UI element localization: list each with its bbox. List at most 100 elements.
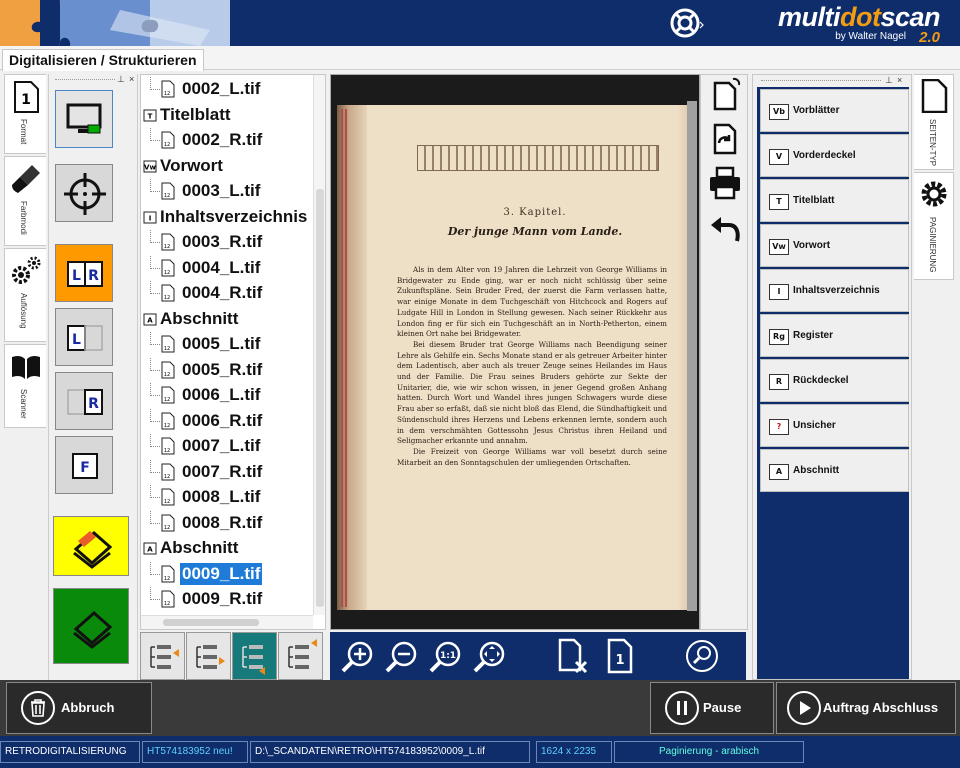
tree-file-label: 0004_L.tif [182,257,261,277]
file-tree-hscrollbar[interactable] [141,615,313,629]
tree-file-item[interactable]: 12 0007_L.tif [141,434,313,459]
app-window: multidotscan by Walter Nagel 2.0 Digital… [0,0,960,768]
tree-file-item[interactable]: 12 0002_R.tif [141,128,313,153]
tree-file-item[interactable]: 12 0005_L.tif [141,332,313,357]
tif-file-icon: 12 [161,412,175,429]
close-icon[interactable]: × [129,74,134,84]
tree-move-down-button[interactable] [232,632,277,680]
zoom-in-icon[interactable] [340,638,376,674]
monitor-button[interactable] [55,90,113,148]
file-tree-vscrollbar[interactable] [313,75,325,615]
tree-indent-icon [150,645,179,669]
tree-file-item[interactable]: 12 0003_R.tif [141,230,313,255]
scan-green-button[interactable] [53,588,129,664]
section-type-item[interactable]: A Abschnitt [760,449,909,492]
close-icon[interactable]: × [897,75,902,85]
tree-indent-button[interactable] [140,632,185,680]
tab-page-type-label: SEITEN-TYP [928,119,937,167]
tif-file-icon: 12 [161,233,175,251]
section-type-item[interactable]: I Inhaltsverzeichnis [760,269,909,312]
scan-start-button[interactable] [53,516,129,576]
tif-file-icon: 12 [161,335,175,353]
scan-right-button[interactable]: R [55,372,113,430]
zoom-1to1-icon[interactable]: 1:1 [428,638,464,674]
tree-section-item[interactable]: A Abschnitt [141,307,313,332]
crosshair-button[interactable] [55,164,113,222]
svg-text:1: 1 [615,653,624,668]
svg-text:12: 12 [164,499,170,505]
tree-section-item[interactable]: A Abschnitt [141,536,313,561]
page-number-icon[interactable]: 1 [602,638,638,674]
abort-button[interactable]: Abbruch [6,682,152,734]
tree-section-label: Abschnitt [160,538,239,557]
tree-file-item[interactable]: 12 0004_R.tif [141,281,313,306]
svg-text:12: 12 [164,193,170,199]
tif-file-icon: 12 [161,590,175,608]
section-type-item[interactable]: R Rückdeckel [760,359,909,402]
section-type-item[interactable]: Vb Vorblätter [760,89,909,132]
undo-icon[interactable] [707,209,743,245]
file-tree[interactable]: 12 0009_R.tif 12 0009_L.tif A Abschnitt 12 0008… [140,74,326,630]
section-type-label: Register [793,330,834,341]
tab-digitize-structure[interactable]: Digitalisieren / Strukturieren [2,49,204,71]
tree-move-up-button[interactable] [278,632,323,680]
svg-text:A: A [147,546,153,554]
zoom-fit-icon[interactable] [472,638,508,674]
section-type-item[interactable]: Rg Register [760,314,909,357]
right-tab-strip: SEITEN-TYP PAGINIERUNG [914,74,958,384]
scan-left-button[interactable]: L [55,308,113,366]
tree-outdent-button[interactable] [186,632,231,680]
tree-file-label: 0008_R.tif [182,512,263,532]
page-number-icon: 1 [14,81,39,113]
pin-icon[interactable]: ⊥ [117,74,125,85]
tab-format[interactable]: 1 Format [4,74,46,154]
tree-file-item[interactable]: 12 0008_L.tif [141,485,313,510]
tree-section-item[interactable]: T Titelblatt [141,103,313,128]
viewer-toolbar [700,74,748,630]
tree-file-label: 0003_L.tif [182,181,261,200]
tree-file-item[interactable]: 12 0004_L.tif [141,255,313,281]
tab-color-modes[interactable]: Farbmodi [4,156,46,246]
play-icon [787,691,821,725]
tab-page-type[interactable]: SEITEN-TYP [914,74,954,170]
tree-file-item[interactable]: 12 0002_L.tif [141,77,313,102]
scan-left-right-button[interactable]: LR [55,244,113,302]
status-job: HT574183952 neu! [142,741,248,763]
left-page-icon: L [67,325,103,351]
zoom-out-icon[interactable] [384,638,420,674]
scanner-icon [73,611,113,649]
tab-resolution[interactable]: Auflösung [4,248,46,342]
tree-file-item[interactable]: 12 0007_R.tif [141,459,313,485]
tree-file-label: 0007_R.tif [182,461,263,481]
pin-icon[interactable]: ⊥ [885,75,893,86]
finish-job-button[interactable]: Auftrag Abschluss [776,682,956,734]
rotate-page-icon[interactable] [707,77,743,113]
search-icon[interactable] [684,638,720,674]
tree-file-item[interactable]: 12 0006_R.tif [141,408,313,434]
section-type-item[interactable]: ? Unsicher [760,404,909,447]
printer-icon[interactable] [707,165,743,201]
tree-file-item[interactable]: 12 0006_L.tif [141,383,313,408]
tree-file-item[interactable]: 12 0003_L.tif [141,179,313,204]
section-type-item[interactable]: V Vorderdeckel [760,134,909,177]
brush-icon [12,165,40,193]
section-type-item[interactable]: Vw Vorwort [760,224,909,267]
section-type-item[interactable]: T Titelblatt [760,179,909,222]
tab-pagination[interactable]: PAGINIERUNG [914,172,954,280]
tab-scanner[interactable]: Scanner [4,344,46,428]
tree-file-item[interactable]: 12 0009_R.tif [141,587,313,612]
pause-button[interactable]: Pause [650,682,774,734]
section-type-label: Inhaltsverzeichnis [793,285,880,296]
scroll-thumb[interactable] [163,619,259,626]
tree-section-item[interactable]: Vw Vorwort [141,154,313,179]
scan-full-button[interactable]: F [55,436,113,494]
lifebuoy-icon[interactable] [670,6,704,40]
rotate-right-icon[interactable] [707,121,743,157]
scroll-thumb[interactable] [316,189,324,607]
page-viewer[interactable]: 3. Kapitel. Der junge Mann vom Lande. Al… [330,74,700,630]
tree-file-item[interactable]: 12 0008_R.tif [141,510,313,536]
delete-page-icon[interactable] [554,638,590,674]
tree-section-item[interactable]: I Inhaltsverzeichnis [141,205,313,230]
tree-file-item[interactable]: 12 0009_L.tif [141,561,313,587]
tree-file-item[interactable]: 12 0005_R.tif [141,357,313,383]
